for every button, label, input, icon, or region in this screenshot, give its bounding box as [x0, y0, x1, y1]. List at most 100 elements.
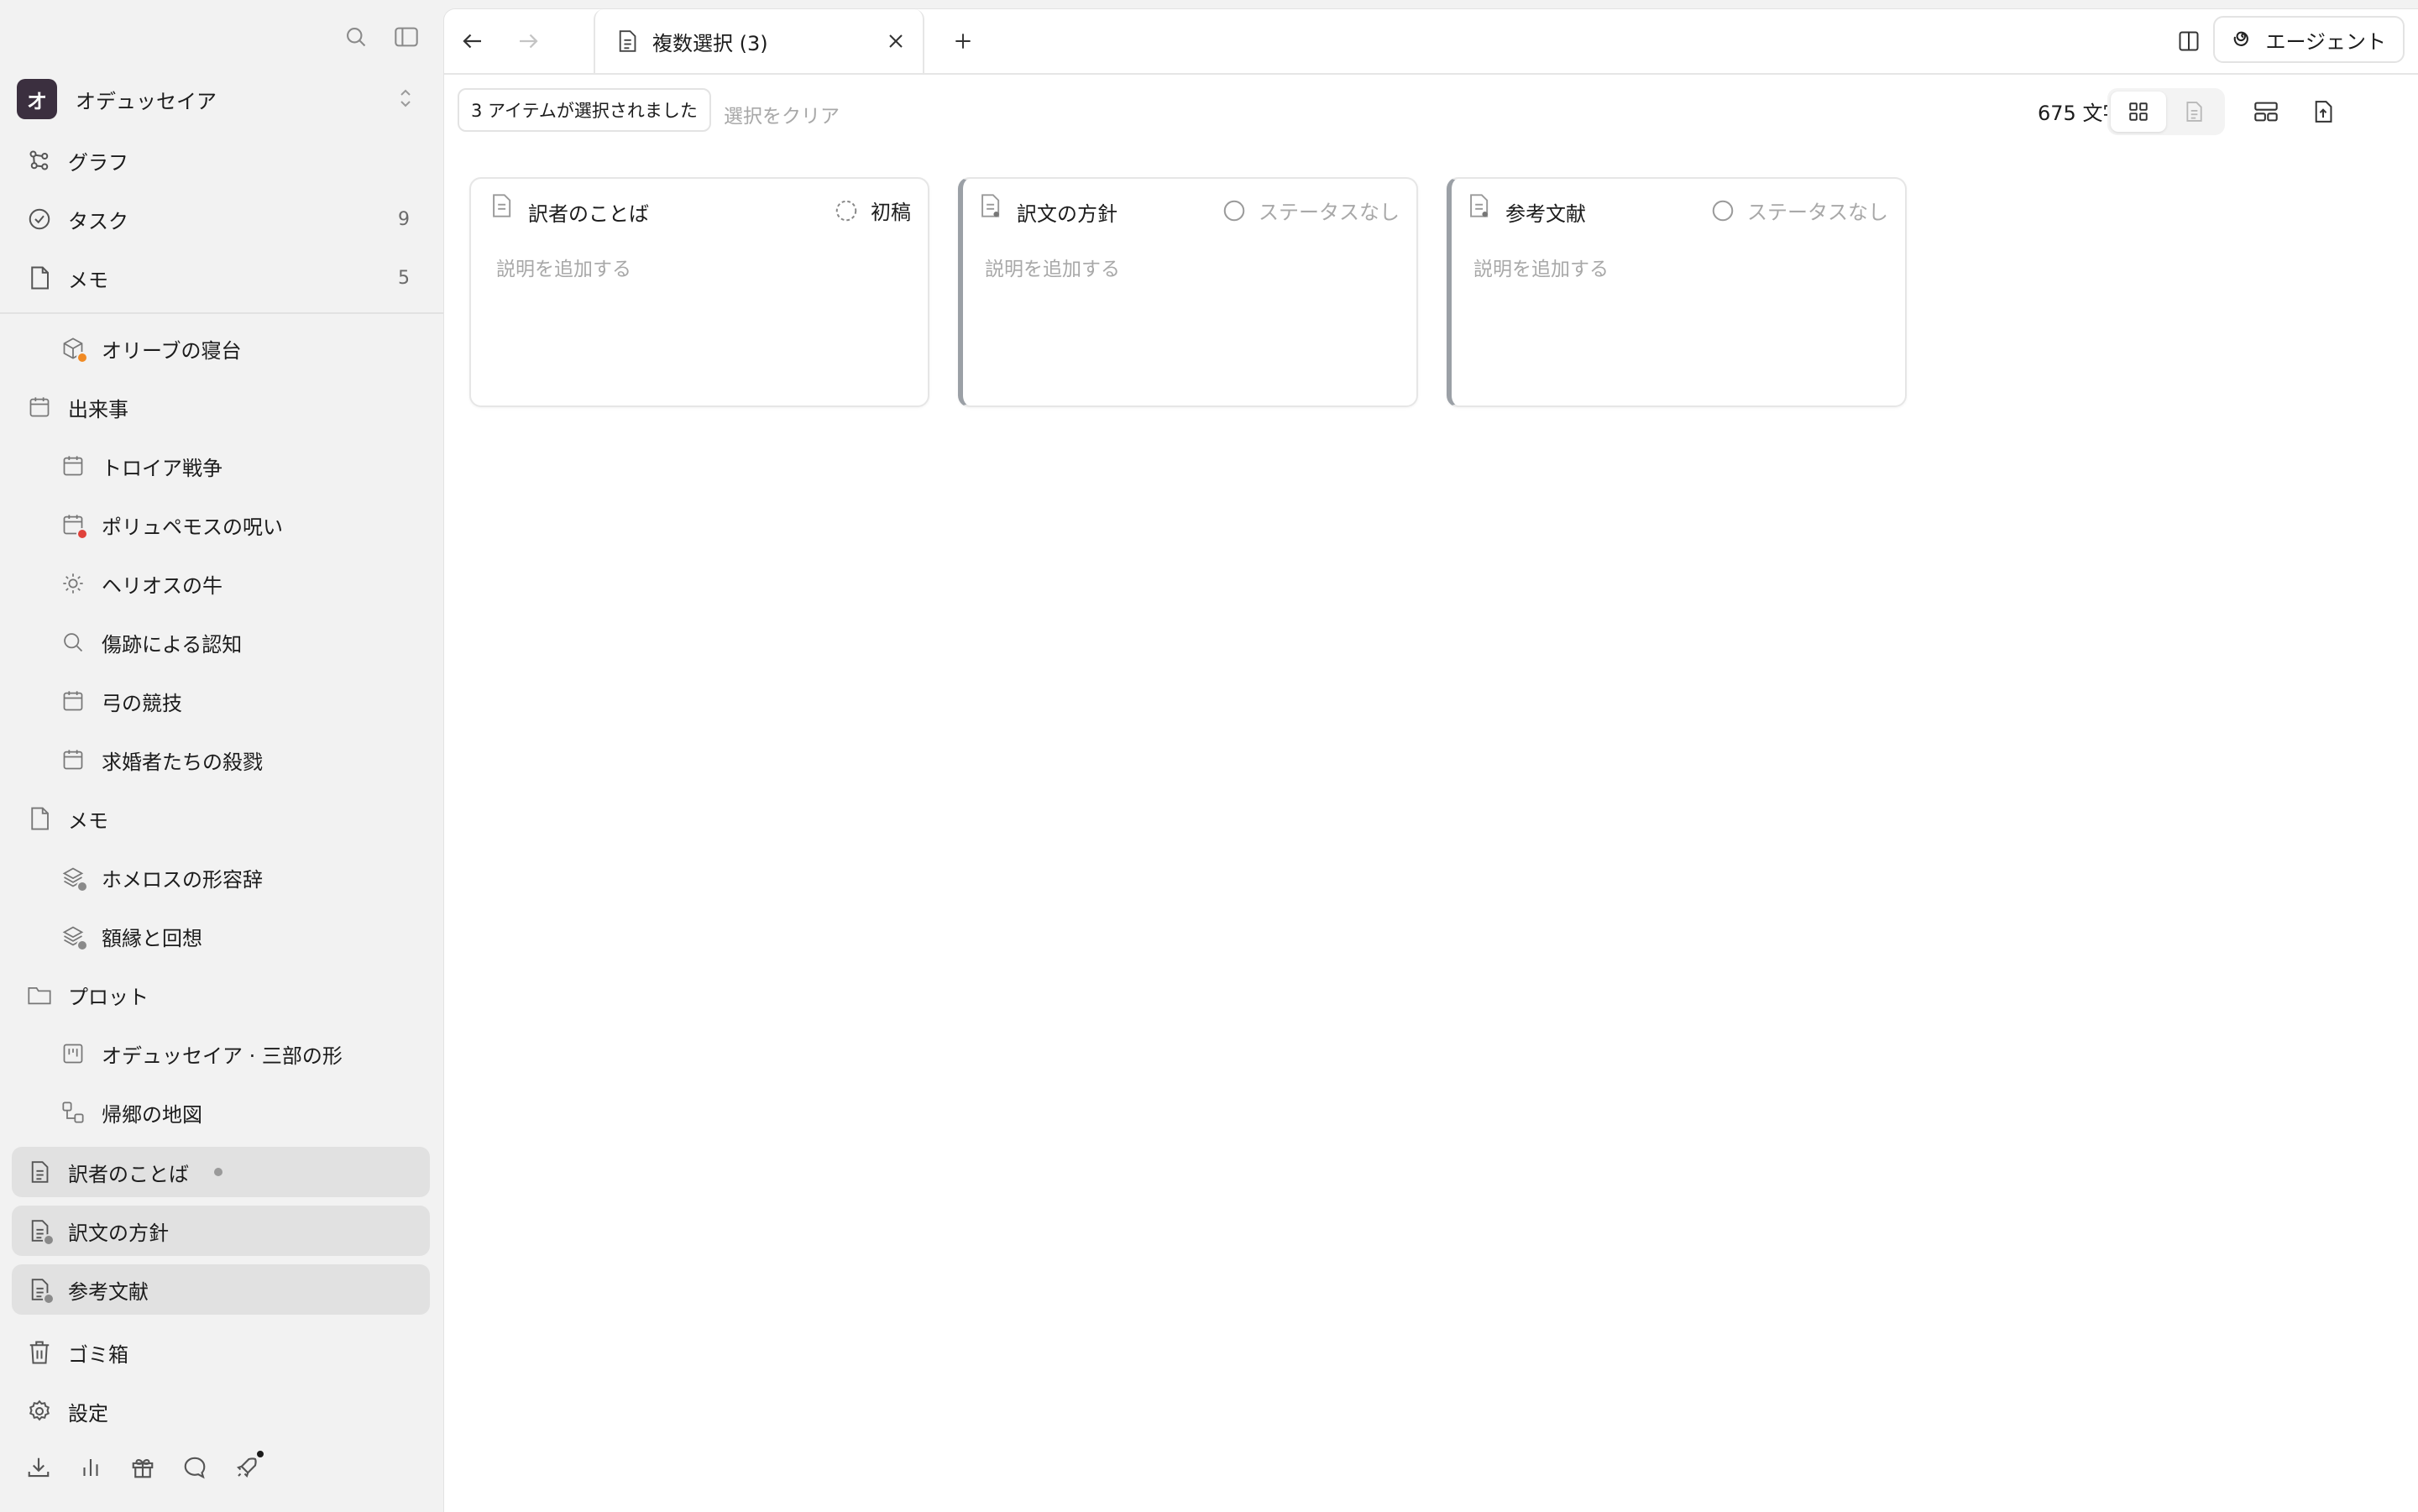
gear-icon — [26, 1398, 53, 1425]
tree-item[interactable]: 出来事 — [0, 378, 443, 437]
tab-multi-select[interactable]: 複数選択 (3) — [594, 9, 924, 73]
document-icon — [978, 192, 1005, 222]
rocket-icon[interactable] — [232, 1449, 265, 1483]
stats-icon[interactable] — [76, 1452, 106, 1483]
nav-settings[interactable]: 設定 — [0, 1382, 443, 1441]
document-view-icon[interactable] — [2166, 92, 2222, 132]
status-selector[interactable]: ステータスなし — [1222, 196, 1400, 225]
document-icon — [26, 1159, 53, 1185]
tree-item-label: ヘリオスの牛 — [102, 573, 222, 598]
back-arrow-icon[interactable] — [456, 24, 489, 58]
layers-icon — [60, 864, 88, 892]
clear-selection-button[interactable]: 選択をクリア — [724, 100, 840, 128]
tree-item[interactable]: ポリュペモスの呪い — [0, 495, 443, 554]
tree-item-label: 額縁と回想 — [102, 926, 202, 950]
view-mode-toggle — [2107, 88, 2225, 135]
tree-item[interactable]: ホメロスの形容辞 — [0, 848, 443, 907]
tree-item[interactable]: メモ — [0, 789, 443, 848]
split-view-icon[interactable] — [2172, 24, 2206, 58]
cube-icon — [60, 335, 88, 364]
tree-item-label: 求婚者たちの殺戮 — [102, 750, 263, 774]
calendar-icon — [26, 394, 53, 421]
tab-bar: 複数選択 (3) エージェント — [444, 9, 2418, 75]
selected-item[interactable]: 訳者のことば — [12, 1147, 430, 1197]
nav-graph[interactable]: グラフ — [0, 131, 443, 190]
utility-bar — [0, 1441, 443, 1494]
document-card[interactable]: 訳者のことば 初稿 説明を追加する — [469, 177, 929, 407]
tree-item[interactable]: 弓の競技 — [0, 672, 443, 730]
search-icon[interactable] — [341, 22, 371, 52]
memo-count: 5 — [398, 267, 410, 289]
document-icon — [489, 192, 516, 222]
trash-icon — [26, 1339, 53, 1366]
workspace-switcher[interactable]: オ オデュッセイア — [13, 72, 430, 126]
card-description-placeholder[interactable]: 説明を追加する — [496, 253, 631, 281]
tree-item[interactable]: 帰郷の地図 — [0, 1083, 443, 1142]
gift-icon[interactable] — [128, 1452, 158, 1483]
sidebar-footer: ゴミ箱 設定 — [0, 1323, 443, 1511]
nav-memos[interactable]: メモ 5 — [0, 249, 443, 307]
calendar-icon — [60, 453, 86, 479]
graph-icon — [26, 147, 53, 174]
tree-item[interactable]: オデュッセイア · 三部の形 — [0, 1024, 443, 1083]
close-icon[interactable] — [881, 26, 911, 56]
status-label: 初稿 — [871, 201, 911, 224]
grid-view-icon[interactable] — [2111, 92, 2166, 132]
page-icon — [26, 805, 53, 832]
tree-item-label: ホメロスの形容辞 — [102, 867, 263, 892]
tree-item-label: 出来事 — [68, 397, 128, 421]
tree-item-label: メモ — [68, 808, 108, 833]
selected-item[interactable]: 訳文の方針 — [12, 1206, 430, 1256]
sidebar: オ オデュッセイア グラフ タスク 9 メモ 5 オリーブの寝台 出来事 トロイ… — [0, 0, 443, 1511]
tree-item[interactable]: 傷跡による認知 — [0, 613, 443, 672]
tree-item-label: プロット — [68, 985, 149, 1009]
tree-item[interactable]: プロット — [0, 965, 443, 1024]
main-pane: 複数選択 (3) エージェント 3 アイテムが選択されました 選択をクリア 67… — [443, 8, 2418, 1512]
tree-item-label: 弓の競技 — [102, 691, 182, 715]
tree-item[interactable]: 求婚者たちの殺戮 — [0, 730, 443, 789]
status-selector[interactable]: 初稿 — [834, 196, 911, 225]
selection-toolbar: 3 アイテムが選択されました 選択をクリア 675 文字 — [444, 75, 2418, 145]
calendar-icon — [60, 688, 86, 714]
card-description-placeholder[interactable]: 説明を追加する — [985, 253, 1120, 281]
folder-icon — [26, 981, 53, 1008]
nav-trash[interactable]: ゴミ箱 — [0, 1323, 443, 1382]
tree-item[interactable]: 額縁と回想 — [0, 907, 443, 965]
tree-item[interactable]: トロイア戦争 — [0, 437, 443, 495]
memo-page-icon — [26, 264, 53, 291]
workspace-name: オデュッセイア — [76, 89, 217, 113]
document-icon — [26, 1217, 55, 1246]
card-title[interactable]: 訳者のことば — [528, 197, 649, 227]
layout-icon[interactable] — [2249, 95, 2283, 128]
layers-icon — [60, 923, 88, 951]
nav-tasks[interactable]: タスク 9 — [0, 190, 443, 249]
agent-button[interactable]: エージェント — [2213, 16, 2405, 63]
status-label: ステータスなし — [1259, 201, 1400, 224]
sidebar-header — [0, 0, 443, 72]
nav-label: グラフ — [68, 150, 128, 175]
chat-icon[interactable] — [180, 1452, 210, 1483]
nav-label: メモ — [68, 268, 108, 292]
calendar-icon — [60, 746, 86, 773]
selected-item-label: 訳文の方針 — [68, 1221, 169, 1245]
export-icon[interactable] — [2306, 95, 2340, 128]
card-title[interactable]: 参考文献 — [1505, 197, 1586, 227]
tree-item-label: 傷跡による認知 — [102, 632, 243, 657]
new-tab-plus-icon[interactable] — [946, 24, 980, 58]
selected-item[interactable]: 参考文献 — [12, 1264, 430, 1315]
status-selector[interactable]: ステータスなし — [1710, 196, 1888, 225]
download-icon[interactable] — [24, 1452, 54, 1483]
selected-item-label: 参考文献 — [68, 1279, 149, 1304]
status-label: ステータスなし — [1747, 201, 1888, 224]
card-description-placeholder[interactable]: 説明を追加する — [1473, 253, 1609, 281]
card-title[interactable]: 訳文の方針 — [1017, 197, 1117, 227]
nav-label: 設定 — [68, 1401, 108, 1426]
document-card[interactable]: 訳文の方針 ステータスなし 説明を追加する — [958, 177, 1418, 407]
tree-item[interactable]: オリーブの寝台 — [0, 319, 443, 378]
tree-item-label: オデュッセイア · 三部の形 — [102, 1044, 343, 1068]
forward-arrow-icon[interactable] — [511, 24, 545, 58]
tree-item[interactable]: ヘリオスの牛 — [0, 554, 443, 613]
unsaved-dot — [214, 1168, 222, 1176]
sidebar-toggle-icon[interactable] — [391, 22, 421, 52]
document-card[interactable]: 参考文献 ステータスなし 説明を追加する — [1447, 177, 1907, 407]
